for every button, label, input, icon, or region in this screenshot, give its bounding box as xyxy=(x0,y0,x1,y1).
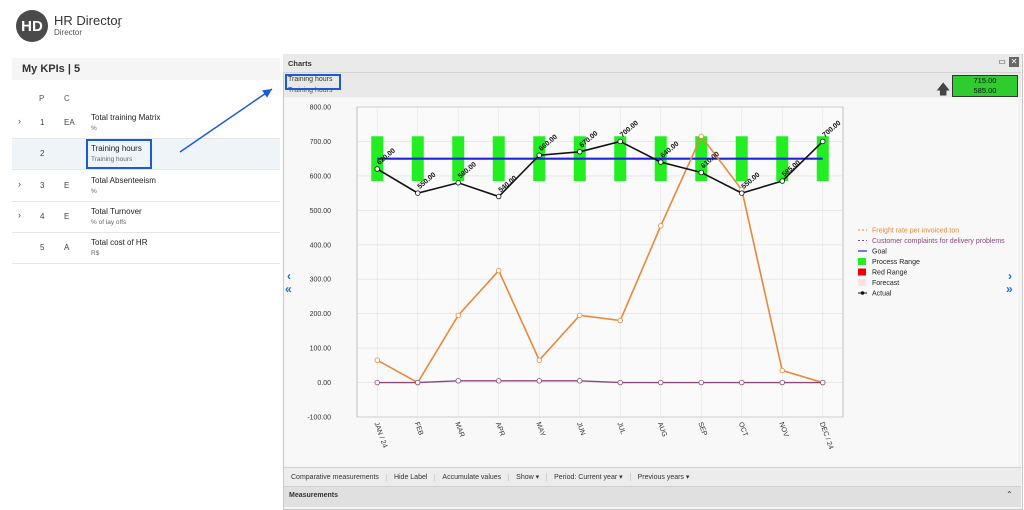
charts-panel-title: Charts xyxy=(288,59,312,68)
actual-point xyxy=(739,190,745,196)
first-arrow-icon[interactable]: « xyxy=(285,282,292,296)
y-tick-label: 200.00 xyxy=(310,311,332,318)
legend-swatch-dot xyxy=(860,291,865,295)
x-tick-label: APR xyxy=(494,421,506,437)
x-tick-label: OCT xyxy=(737,421,749,438)
freight-rate-point xyxy=(617,317,623,324)
badge-top-value: 715.00 xyxy=(973,76,997,85)
y-tick-label: 300.00 xyxy=(310,277,332,284)
hide-label-button[interactable]: Hide Label xyxy=(387,473,436,481)
actual-point xyxy=(658,159,664,165)
period-dropdown[interactable]: Period: Current year ▾ xyxy=(547,473,631,481)
legend-swatch xyxy=(858,279,866,286)
freight-rate-point xyxy=(698,133,704,139)
chart-name-highlight xyxy=(285,74,341,90)
x-tick-label: FEB xyxy=(413,421,424,436)
y-tick-label: 0.00 xyxy=(317,380,331,387)
y-tick-label: 800.00 xyxy=(310,105,332,112)
badge-bottom-value: 585.00 xyxy=(973,86,997,95)
freight-rate-point xyxy=(496,267,502,274)
x-tick-label: MAY xyxy=(534,421,546,437)
measurements-bar[interactable] xyxy=(284,486,1021,507)
customer-complaints-point xyxy=(820,379,826,386)
y-tick-label: 100.00 xyxy=(310,346,332,353)
x-tick-label: MAR xyxy=(453,421,465,438)
actual-point xyxy=(779,178,785,184)
previous-years-dropdown[interactable]: Previous years ▾ xyxy=(631,473,697,481)
customer-complaints-point xyxy=(698,379,704,386)
x-tick-label: AUG xyxy=(656,421,668,438)
close-icon[interactable]: ✕ xyxy=(1009,57,1019,67)
actual-point xyxy=(577,149,583,155)
prev-arrow-icon[interactable]: ‹ xyxy=(287,269,291,283)
freight-rate-point xyxy=(779,367,785,374)
chart-subheader xyxy=(284,73,1021,97)
x-tick-label: JUN xyxy=(575,421,586,436)
x-tick-label: SEP xyxy=(696,421,707,437)
customer-complaints-point xyxy=(415,379,421,386)
freight-rate-point xyxy=(455,312,461,319)
chart-toolbar: Comparative measurements Hide Label Accu… xyxy=(284,467,1021,486)
actual-point xyxy=(617,138,623,145)
customer-complaints-point xyxy=(536,378,542,384)
customer-complaints-point xyxy=(496,378,502,384)
actual-point xyxy=(496,193,502,200)
kpi-value-badge: 715.00 585.00 xyxy=(952,75,1018,97)
y-tick-label: 400.00 xyxy=(310,242,332,249)
y-tick-label: 600.00 xyxy=(310,173,332,180)
legend-swatch xyxy=(858,268,866,276)
legend-label: Freight rate per invoiced ton xyxy=(872,228,959,235)
comparative-measurements-button[interactable]: Comparative measurements xyxy=(284,473,387,481)
legend-label: Actual xyxy=(872,291,892,298)
y-tick-label: 700.00 xyxy=(310,139,332,146)
freight-rate-point xyxy=(577,312,583,319)
actual-point xyxy=(820,138,826,145)
customer-complaints-point xyxy=(617,379,623,386)
x-tick-label: NOV xyxy=(777,421,789,438)
actual-point xyxy=(374,166,380,172)
charts-panel-header xyxy=(283,54,1021,73)
legend-label: Red Range xyxy=(872,270,908,277)
actual-point xyxy=(698,169,704,176)
legend-label: Customer complaints for delivery problem… xyxy=(872,238,1005,245)
legend-label: Goal xyxy=(872,249,887,256)
x-tick-label: JUL xyxy=(615,421,626,435)
customer-complaints-point xyxy=(658,379,664,386)
actual-point xyxy=(455,180,461,186)
freight-rate-point xyxy=(658,223,664,229)
legend-label: Forecast xyxy=(872,280,899,287)
expand-up-icon[interactable]: ⌃ xyxy=(1006,490,1013,499)
show-dropdown[interactable]: Show ▾ xyxy=(509,473,548,481)
customer-complaints-point xyxy=(455,378,461,384)
actual-point xyxy=(536,152,542,158)
customer-complaints-point xyxy=(739,379,745,386)
plot-area xyxy=(356,106,844,418)
customer-complaints-point xyxy=(577,378,583,384)
actual-point xyxy=(415,190,421,196)
y-tick-label: 500.00 xyxy=(310,208,332,215)
accumulate-values-button[interactable]: Accumulate values xyxy=(435,473,510,481)
y-tick-label: -100.00 xyxy=(307,415,331,422)
customer-complaints-point xyxy=(779,379,785,386)
legend-label: Process Range xyxy=(872,259,920,266)
x-tick-label: DEC / 24 xyxy=(818,421,834,450)
minimize-icon[interactable]: ▭ xyxy=(997,57,1007,67)
training-hours-chart: 800.00 700.00 600.00 500.00 400.00 300.00 200.… xyxy=(307,105,1005,451)
customer-complaints-point xyxy=(374,379,380,386)
next-arrow-icon[interactable]: › xyxy=(1008,269,1012,283)
last-arrow-icon[interactable]: » xyxy=(1006,282,1013,296)
freight-rate-point xyxy=(536,357,542,363)
measurements-title: Measurements xyxy=(289,492,339,499)
x-tick-label: JAN / 24 xyxy=(372,421,388,449)
freight-rate-point xyxy=(374,357,380,363)
legend-swatch xyxy=(858,258,866,265)
